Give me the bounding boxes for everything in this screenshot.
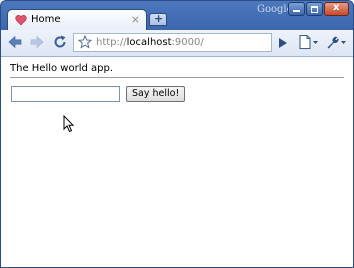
wrench-icon[interactable] [325,34,349,50]
page-menu-icon[interactable] [297,34,321,50]
browser-window: Home × + Google x http://localhost:9000/ [0,0,354,268]
url-host: localhost [126,37,172,48]
window-close-button[interactable]: x [324,2,349,16]
intro-text: The Hello world app. [10,63,114,74]
page-content: The Hello world app. Say hello! [1,57,353,267]
minimize-icon [293,10,300,12]
heart-icon [15,15,27,26]
title-bar: Home × + Google x [1,1,353,31]
minimize-button[interactable] [288,2,305,16]
url-text: http://localhost:9000/ [96,37,204,48]
tab-title: Home [31,14,61,25]
url-scheme: http:// [96,37,127,48]
go-arrow-icon[interactable] [277,36,289,50]
back-arrow-icon[interactable] [7,34,23,50]
tab-close-icon[interactable]: × [131,13,140,26]
reload-icon[interactable] [52,34,68,50]
url-port: :9000/ [171,37,204,48]
maximize-icon [311,6,318,13]
tab-home[interactable]: Home × [7,9,147,31]
address-bar[interactable]: http://localhost:9000/ [73,33,272,52]
say-hello-button[interactable]: Say hello! [126,86,186,102]
close-icon: x [333,2,340,13]
name-input[interactable] [11,86,120,102]
plus-icon: + [154,12,164,25]
browser-toolbar: http://localhost:9000/ [1,30,353,57]
new-tab-button[interactable]: + [149,12,167,26]
maximize-button[interactable] [306,2,323,16]
forward-arrow-icon[interactable] [29,34,45,50]
horizontal-divider [10,77,344,78]
star-icon[interactable] [78,35,92,49]
mouse-cursor-icon [63,115,75,133]
